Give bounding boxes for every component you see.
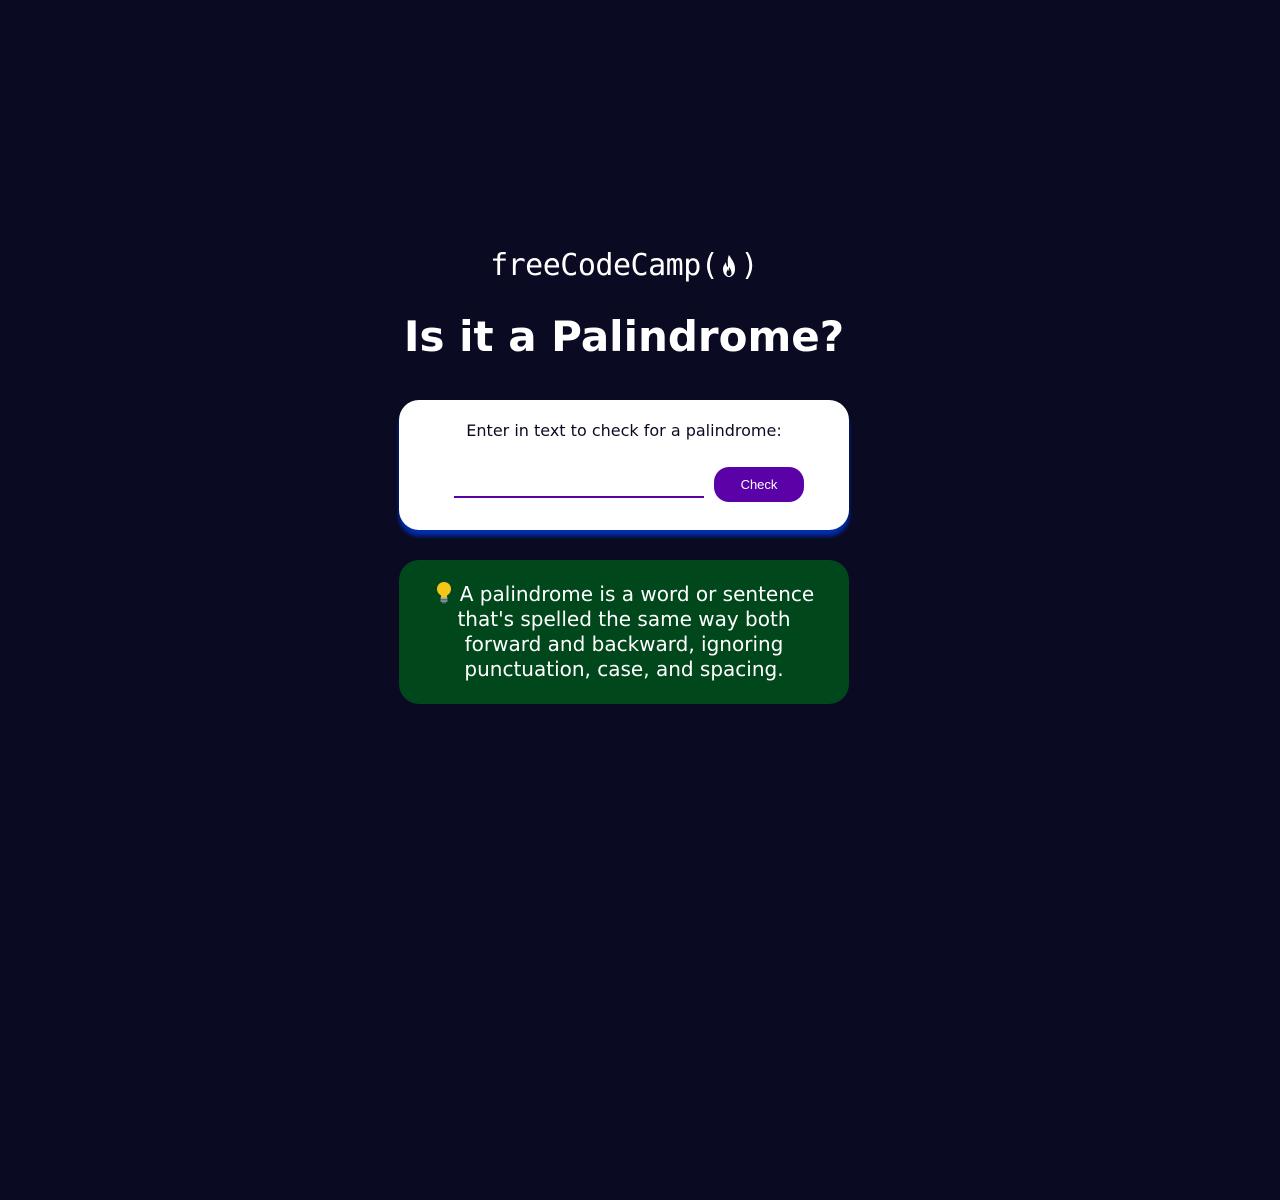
page-container: freeCodeCamp( ) Is it a Palindrome? Ente… <box>0 0 1280 1200</box>
palindrome-text-input[interactable] <box>454 470 704 498</box>
logo-suffix: ) <box>740 248 758 283</box>
input-card: Enter in text to check for a palindrome:… <box>399 400 849 530</box>
info-text: A palindrome is a word or sentence that'… <box>457 582 815 681</box>
logo-prefix: freeCodeCamp( <box>490 248 719 283</box>
lightbulb-icon <box>436 582 451 604</box>
check-button[interactable]: Check <box>714 467 804 502</box>
freecodecamp-logo[interactable]: freeCodeCamp( ) <box>0 248 1248 283</box>
palindrome-definition-card: A palindrome is a word or sentence that'… <box>399 560 849 704</box>
flame-icon <box>723 254 736 277</box>
page-title: Is it a Palindrome? <box>403 312 845 361</box>
input-label: Enter in text to check for a palindrome: <box>466 421 782 440</box>
